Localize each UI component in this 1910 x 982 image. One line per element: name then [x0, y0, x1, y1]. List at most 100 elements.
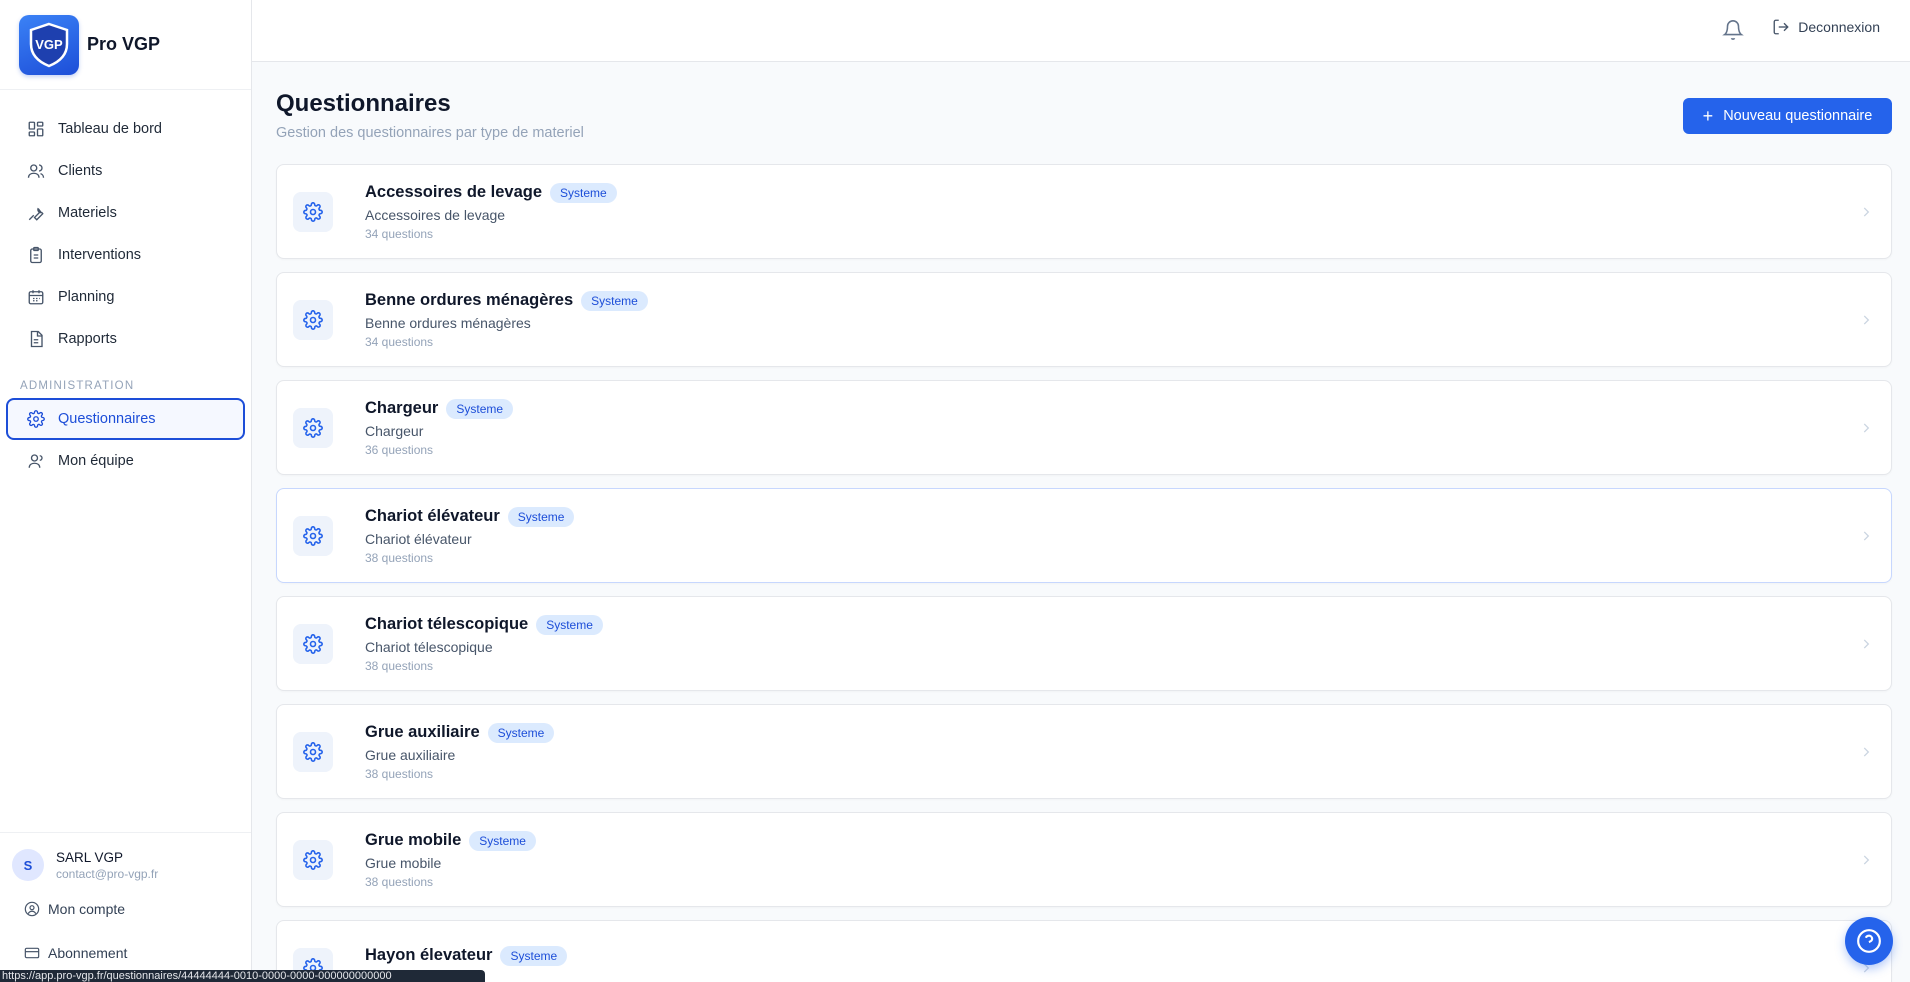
- card-title: Grue mobile: [365, 831, 462, 849]
- avatar: S: [12, 849, 44, 881]
- brand[interactable]: VGP Pro VGP: [0, 0, 251, 90]
- status-bar-url: https://app.pro-vgp.fr/questionnaires/44…: [0, 970, 485, 982]
- questionnaire-card[interactable]: Grue auxiliaire Systeme Grue auxiliaire …: [276, 704, 1892, 799]
- svg-text:VGP: VGP: [35, 37, 63, 52]
- chevron-right-icon: [1863, 854, 1870, 865]
- card-description: Accessoires de levage: [365, 206, 506, 223]
- sidebar-item-clients[interactable]: Clients: [6, 150, 245, 192]
- main-content: Questionnaires Gestion des questionnaire…: [252, 62, 1910, 982]
- abonnement-link[interactable]: Abonnement: [0, 931, 251, 975]
- brand-name: Pro VGP: [87, 34, 161, 54]
- card-title: Accessoires de levage: [365, 183, 543, 201]
- user-profile[interactable]: S SARL VGP contact@pro-vgp.fr: [0, 849, 251, 881]
- abonnement-label: Abonnement: [48, 945, 128, 961]
- sidebar-item-questionnaires[interactable]: Questionnaires: [6, 398, 245, 440]
- logout-button[interactable]: Deconnexion: [1772, 18, 1880, 36]
- main-nav: Tableau de bord Clients Materiels Interv…: [0, 90, 251, 482]
- questionnaire-list: Accessoires de levage Systeme Accessoire…: [276, 164, 1892, 982]
- status-badge: Systeme: [469, 830, 536, 851]
- card-body: Grue auxiliaire Systeme Grue auxiliaire …: [365, 722, 555, 781]
- card-body: Grue mobile Systeme Grue mobile 38 quest…: [365, 830, 536, 889]
- help-button[interactable]: [1845, 917, 1893, 965]
- user-name: SARL VGP: [56, 849, 124, 865]
- sidebar-item-rapports[interactable]: Rapports: [6, 318, 245, 360]
- user-circle-icon: [24, 901, 40, 917]
- card-description: Grue auxiliaire: [365, 746, 456, 763]
- questionnaire-card[interactable]: Chargeur Systeme Chargeur 36 questions: [276, 380, 1892, 475]
- sidebar-item-label: Questionnaires: [58, 411, 156, 427]
- sidebar-item-label: Rapports: [58, 331, 117, 347]
- gear-icon: [293, 515, 333, 556]
- card-title: Chariot télescopique: [365, 615, 529, 633]
- status-badge: Systeme: [581, 290, 648, 311]
- logo: VGP: [19, 14, 79, 75]
- sidebar-item-label: Materiels: [58, 205, 117, 221]
- card-question-count: 34 questions: [365, 334, 434, 349]
- card-question-count: 38 questions: [365, 766, 434, 781]
- card-description: Chargeur: [365, 422, 424, 439]
- new-questionnaire-button[interactable]: + Nouveau questionnaire: [1683, 98, 1892, 134]
- topbar: Deconnexion: [252, 0, 1910, 62]
- chevron-right-icon: [1863, 746, 1870, 757]
- card-description: Chariot télescopique: [365, 638, 493, 655]
- card-question-count: 38 questions: [365, 550, 434, 565]
- chevron-right-icon: [1863, 314, 1870, 325]
- sidebar-item-mon-equipe[interactable]: Mon équipe: [6, 440, 245, 482]
- chevron-right-icon: [1863, 206, 1870, 217]
- card-body: Chariot élévateur Systeme Chariot élévat…: [365, 506, 575, 565]
- card-question-count: 36 questions: [365, 442, 434, 457]
- card-title: Hayon élevateur: [365, 946, 493, 964]
- questionnaire-card[interactable]: Chariot télescopique Systeme Chariot tél…: [276, 596, 1892, 691]
- page-subtitle: Gestion des questionnaires par type de m…: [276, 125, 584, 141]
- file-icon: [27, 330, 45, 348]
- card-question-count: 34 questions: [365, 226, 434, 241]
- user-email: contact@pro-vgp.fr: [56, 866, 159, 881]
- gear-icon: [27, 410, 45, 428]
- chevron-right-icon: [1863, 638, 1870, 649]
- sidebar-item-dashboard[interactable]: Tableau de bord: [6, 108, 245, 150]
- bell-icon[interactable]: [1722, 19, 1744, 41]
- card-question-count: 38 questions: [365, 658, 434, 673]
- new-questionnaire-label: Nouveau questionnaire: [1723, 108, 1873, 124]
- sidebar-item-materiels[interactable]: Materiels: [6, 192, 245, 234]
- credit-card-icon: [24, 945, 40, 961]
- logout-icon: [1772, 18, 1790, 36]
- status-badge: Systeme: [550, 182, 617, 203]
- status-badge: Systeme: [536, 614, 603, 635]
- status-badge: Systeme: [500, 945, 568, 966]
- card-body: Accessoires de levage Systeme Accessoire…: [365, 182, 617, 241]
- sidebar-item-label: Tableau de bord: [58, 121, 162, 137]
- chevron-right-icon: [1863, 422, 1870, 433]
- wrench-icon: [27, 204, 45, 222]
- sidebar: VGP Pro VGP Tableau de bord Clients Mate…: [0, 0, 252, 982]
- status-badge: Systeme: [446, 398, 514, 419]
- users-icon: [27, 162, 45, 180]
- mon-compte-link[interactable]: Mon compte: [0, 887, 251, 931]
- help-circle-icon: [1857, 929, 1881, 953]
- sidebar-item-interventions[interactable]: Interventions: [6, 234, 245, 276]
- questionnaire-card[interactable]: Grue mobile Systeme Grue mobile 38 quest…: [276, 812, 1892, 907]
- user-icon: [27, 452, 45, 470]
- gear-icon: [293, 299, 333, 340]
- section-label-administration: ADMINISTRATION: [20, 380, 135, 392]
- page-title: Questionnaires: [276, 90, 451, 117]
- sidebar-item-label: Clients: [58, 163, 103, 179]
- card-title: Chariot élévateur: [365, 507, 500, 525]
- card-body: Chargeur Systeme Chargeur 36 questions: [365, 398, 514, 457]
- questionnaire-card[interactable]: Benne ordures ménagères Systeme Benne or…: [276, 272, 1892, 367]
- calendar-icon: [27, 288, 45, 306]
- questionnaire-card[interactable]: Chariot élévateur Systeme Chariot élévat…: [276, 488, 1892, 583]
- mon-compte-label: Mon compte: [48, 901, 126, 917]
- sidebar-item-planning[interactable]: Planning: [6, 276, 245, 318]
- shield-logo-icon: VGP: [29, 22, 69, 67]
- sidebar-item-label: Planning: [58, 289, 115, 305]
- logout-label: Deconnexion: [1798, 19, 1880, 35]
- questionnaire-card[interactable]: Accessoires de levage Systeme Accessoire…: [276, 164, 1892, 259]
- clipboard-icon: [27, 246, 45, 264]
- sidebar-item-label: Mon équipe: [58, 453, 134, 469]
- sidebar-footer: S SARL VGP contact@pro-vgp.fr Mon compte…: [0, 832, 251, 982]
- gear-icon: [293, 731, 333, 772]
- card-body: Benne ordures ménagères Systeme Benne or…: [365, 290, 648, 349]
- questionnaire-card[interactable]: Hayon élevateur Systeme Hayon élevateur: [276, 920, 1892, 982]
- card-description: Benne ordures ménagères: [365, 314, 531, 331]
